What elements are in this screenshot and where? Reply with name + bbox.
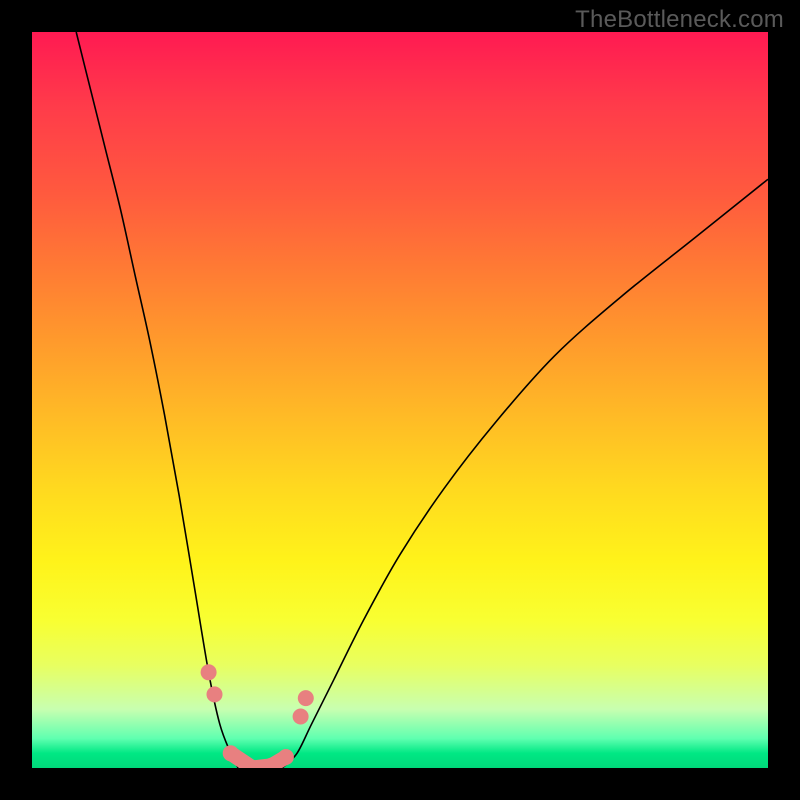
right-curve [282,179,768,768]
data-marker [278,749,294,765]
data-marker [223,745,239,761]
data-marker [293,709,309,725]
data-marker [298,690,314,706]
plot-area [32,32,768,768]
curve-layer [32,32,768,768]
watermark-text: TheBottleneck.com [575,6,784,34]
data-marker [207,686,223,702]
data-marker [201,664,217,680]
left-curve [76,32,238,768]
chart-frame: TheBottleneck.com [0,0,800,800]
